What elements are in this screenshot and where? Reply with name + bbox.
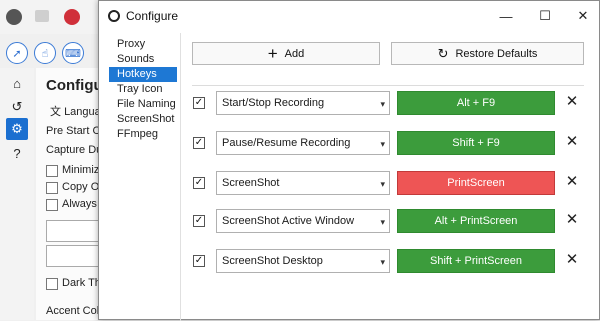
add-hotkey-button[interactable]: + Add xyxy=(192,42,380,65)
dark-theme-label: Dark The xyxy=(62,277,100,289)
hotkey-action-label: Pause/Resume Recording xyxy=(222,137,351,149)
camera-icon[interactable] xyxy=(35,10,49,22)
remove-hotkey-icon[interactable]: ✕ xyxy=(562,92,582,112)
minimize-checkbox[interactable] xyxy=(46,165,58,177)
pre-start-label: Pre Start Cou xyxy=(46,125,100,137)
chevron-down-icon: ▾ xyxy=(380,139,385,149)
record-icon[interactable] xyxy=(64,9,80,25)
hotkey-key-button[interactable]: Alt + F9 xyxy=(397,91,555,115)
background-input-2[interactable] xyxy=(46,245,100,267)
minimize-label: Minimize xyxy=(62,164,100,176)
hotkey-row: ✓ ScreenShot Desktop ▾ Shift + PrintScree… xyxy=(193,248,585,274)
restore-defaults-button[interactable]: ↻ Restore Defaults xyxy=(391,42,584,65)
remove-hotkey-icon[interactable]: ✕ xyxy=(562,172,582,192)
copy-output-label: Copy Ou xyxy=(62,181,100,193)
hotkey-action-select[interactable]: Start/Stop Recording ▾ xyxy=(216,91,390,115)
nav-divider xyxy=(180,33,181,321)
keyboard-button[interactable]: ⌨ xyxy=(62,42,84,64)
hotkey-action-select[interactable]: ScreenShot Desktop ▾ xyxy=(216,249,390,273)
chevron-down-icon: ▾ xyxy=(380,179,385,189)
configure-dialog: Configure — ☐ ✕ Proxy Sounds Hotkeys Tra… xyxy=(98,0,600,321)
hotkey-action-label: ScreenShot Active Window xyxy=(222,215,355,227)
collapse-icon[interactable] xyxy=(6,9,22,25)
cursor-icon: ➚ xyxy=(12,47,22,60)
history-icon[interactable]: ↺ xyxy=(6,96,28,118)
home-icon[interactable]: ⌂ xyxy=(6,72,28,94)
app-icon xyxy=(108,10,120,22)
cursor-button[interactable]: ➚ xyxy=(6,42,28,64)
hotkey-enabled-checkbox[interactable]: ✓ xyxy=(193,215,205,227)
copy-output-checkbox[interactable] xyxy=(46,182,58,194)
restore-icon: ↻ xyxy=(437,45,449,61)
hotkey-key-button-conflict[interactable]: PrintScreen xyxy=(397,171,555,195)
plus-icon: + xyxy=(267,44,278,63)
hotkey-key-button[interactable]: Shift + F9 xyxy=(397,131,555,155)
minimize-button[interactable]: — xyxy=(497,7,515,25)
hotkey-enabled-checkbox[interactable]: ✓ xyxy=(193,177,205,189)
close-button[interactable]: ✕ xyxy=(574,7,592,25)
background-settings-panel: Configure 文 Languag Pre Start Cou Captur… xyxy=(36,68,100,320)
title-bar: Configure xyxy=(99,1,599,31)
hotkey-enabled-checkbox[interactable]: ✓ xyxy=(193,97,205,109)
language-label[interactable]: 文 Languag xyxy=(50,103,100,119)
chevron-down-icon: ▾ xyxy=(380,217,385,227)
accent-color-label: Accent Color xyxy=(46,305,100,317)
hotkey-key-button[interactable]: Alt + PrintScreen xyxy=(397,209,555,233)
hotkey-row: ✓ Start/Stop Recording ▾ Alt + F9 ✕ xyxy=(193,90,585,116)
add-label: Add xyxy=(284,47,305,60)
dark-theme-checkbox[interactable] xyxy=(46,278,58,290)
window-title: Configure xyxy=(126,9,179,23)
nav-item-screenshot[interactable]: ScreenShot xyxy=(109,112,177,127)
nav-item-tray-icon[interactable]: Tray Icon xyxy=(109,82,177,97)
background-title: Configure xyxy=(46,77,100,94)
nav-item-ffmpeg[interactable]: FFmpeg xyxy=(109,127,177,142)
nav-item-file-naming[interactable]: File Naming xyxy=(109,97,177,112)
nav-item-proxy[interactable]: Proxy xyxy=(109,37,177,52)
settings-nav: Proxy Sounds Hotkeys Tray Icon File Nami… xyxy=(109,37,177,142)
hotkey-action-label: ScreenShot xyxy=(222,177,280,189)
always-on-top-label: Always o xyxy=(62,198,100,210)
always-on-top-checkbox[interactable] xyxy=(46,199,58,211)
nav-item-hotkeys[interactable]: Hotkeys xyxy=(109,67,177,82)
hotkey-action-select[interactable]: ScreenShot ▾ xyxy=(216,171,390,195)
hotkey-action-select[interactable]: ScreenShot Active Window ▾ xyxy=(216,209,390,233)
nav-item-sounds[interactable]: Sounds xyxy=(109,52,177,67)
hotkey-key-button[interactable]: Shift + PrintScreen xyxy=(397,249,555,273)
background-input-1[interactable] xyxy=(46,220,100,242)
background-toolbar xyxy=(0,0,100,34)
translate-icon: 文 xyxy=(50,106,61,118)
hotkey-enabled-checkbox[interactable]: ✓ xyxy=(193,137,205,149)
hotkey-row: ✓ Pause/Resume Recording ▾ Shift + F9 ✕ xyxy=(193,130,585,156)
capture-duration-label: Capture Dura xyxy=(46,144,100,156)
hotkey-row: ✓ ScreenShot Active Window ▾ Alt + PrintS… xyxy=(193,208,585,234)
background-sidebar: ⌂ ↺ ⚙ ? xyxy=(0,68,34,320)
hotkey-row: ✓ ScreenShot ▾ PrintScreen ✕ xyxy=(193,170,585,196)
chevron-down-icon: ▾ xyxy=(380,257,385,267)
remove-hotkey-icon[interactable]: ✕ xyxy=(562,210,582,230)
hotkey-action-label: Start/Stop Recording xyxy=(222,97,325,109)
hotkey-action-label: ScreenShot Desktop xyxy=(222,255,323,267)
keyboard-icon: ⌨ xyxy=(65,47,81,60)
settings-icon[interactable]: ⚙ xyxy=(6,118,28,140)
remove-hotkey-icon[interactable]: ✕ xyxy=(562,250,582,270)
toolbar-separator xyxy=(192,85,584,86)
hotkey-action-select[interactable]: Pause/Resume Recording ▾ xyxy=(216,131,390,155)
maximize-button[interactable]: ☐ xyxy=(536,7,554,25)
chevron-down-icon: ▾ xyxy=(380,99,385,109)
hand-icon: ☝ xyxy=(41,47,49,60)
help-icon[interactable]: ? xyxy=(6,142,28,164)
restore-label: Restore Defaults xyxy=(455,47,538,60)
hotkey-enabled-checkbox[interactable]: ✓ xyxy=(193,255,205,267)
click-button[interactable]: ☝ xyxy=(34,42,56,64)
remove-hotkey-icon[interactable]: ✕ xyxy=(562,132,582,152)
